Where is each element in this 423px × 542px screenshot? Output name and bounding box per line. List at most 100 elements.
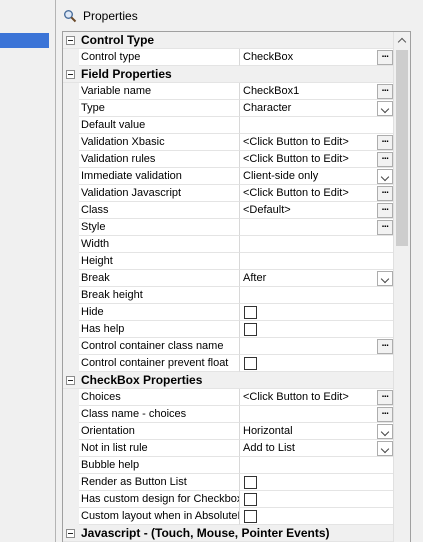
property-row-type[interactable]: Type Character	[63, 100, 395, 117]
ellipsis-button[interactable]: ...	[377, 135, 393, 150]
property-row-height[interactable]: Height	[63, 253, 395, 270]
property-value[interactable]	[240, 321, 395, 338]
dropdown-button[interactable]	[377, 101, 393, 116]
ellipsis-button[interactable]: ...	[377, 186, 393, 201]
category-checkbox-properties[interactable]: CheckBox Properties	[63, 372, 395, 389]
property-value[interactable]	[240, 287, 395, 304]
property-value[interactable]: <Click Button to Edit>...	[240, 389, 395, 406]
property-name: Bubble help	[79, 457, 240, 474]
collapse-icon[interactable]	[66, 529, 75, 538]
property-row-validation-javascript[interactable]: Validation Javascript <Click Button to E…	[63, 185, 395, 202]
property-value[interactable]	[240, 236, 395, 253]
scroll-thumb[interactable]	[396, 50, 408, 246]
ellipsis-button[interactable]: ...	[377, 390, 393, 405]
selected-tree-item[interactable]	[0, 33, 49, 48]
ellipsis-button[interactable]: ...	[377, 152, 393, 167]
property-row-bubble-help[interactable]: Bubble help	[63, 457, 395, 474]
hide-checkbox[interactable]	[244, 306, 257, 319]
collapse-icon[interactable]	[66, 376, 75, 385]
property-name: Width	[79, 236, 240, 253]
property-value[interactable]: <Click Button to Edit>...	[240, 151, 395, 168]
render-button-list-checkbox[interactable]	[244, 476, 257, 489]
property-name: Choices	[79, 389, 240, 406]
collapse-icon[interactable]	[66, 36, 75, 45]
category-control-type[interactable]: Control Type	[63, 32, 395, 49]
property-name: Class	[79, 202, 240, 219]
property-row-width[interactable]: Width	[63, 236, 395, 253]
property-value[interactable]: <Click Button to Edit>...	[240, 185, 395, 202]
property-row-orientation[interactable]: Orientation Horizontal	[63, 423, 395, 440]
property-row-break-height[interactable]: Break height	[63, 287, 395, 304]
property-value[interactable]: After	[240, 270, 395, 287]
property-value[interactable]: <Default>...	[240, 202, 395, 219]
collapse-icon[interactable]	[66, 70, 75, 79]
ellipsis-button[interactable]: ...	[377, 50, 393, 65]
property-row-render-button-list[interactable]: Render as Button List	[63, 474, 395, 491]
property-name: Variable name	[79, 83, 240, 100]
ellipsis-button[interactable]: ...	[377, 203, 393, 218]
property-value[interactable]	[240, 117, 395, 134]
custom-layout-checkbox[interactable]	[244, 510, 257, 523]
property-row-class-choices[interactable]: Class name - choices ...	[63, 406, 395, 423]
left-panel	[0, 0, 56, 542]
property-name: Class name - choices	[79, 406, 240, 423]
category-javascript[interactable]: Javascript - (Touch, Mouse, Pointer Even…	[63, 525, 395, 542]
property-value[interactable]	[240, 457, 395, 474]
property-row-choices[interactable]: Choices <Click Button to Edit>...	[63, 389, 395, 406]
property-value[interactable]: ...	[240, 406, 395, 423]
property-row-custom-design[interactable]: Has custom design for Checkbox	[63, 491, 395, 508]
prevent-float-checkbox[interactable]	[244, 357, 257, 370]
property-value[interactable]: ...	[240, 338, 395, 355]
dropdown-button[interactable]	[377, 169, 393, 184]
property-value[interactable]: Client-side only	[240, 168, 395, 185]
property-value[interactable]	[240, 474, 395, 491]
dropdown-button[interactable]	[377, 271, 393, 286]
has-help-checkbox[interactable]	[244, 323, 257, 336]
property-row-not-in-list[interactable]: Not in list rule Add to List	[63, 440, 395, 457]
property-value[interactable]: ...	[240, 219, 395, 236]
property-row-default-value[interactable]: Default value	[63, 117, 395, 134]
category-field-properties[interactable]: Field Properties	[63, 66, 395, 83]
property-row-variable-name[interactable]: Variable name CheckBox1...	[63, 83, 395, 100]
property-value[interactable]: <Click Button to Edit>...	[240, 134, 395, 151]
property-row-has-help[interactable]: Has help	[63, 321, 395, 338]
ellipsis-button[interactable]: ...	[377, 407, 393, 422]
properties-header: Properties	[63, 6, 138, 26]
property-value[interactable]: CheckBox...	[240, 49, 395, 66]
property-name: Default value	[79, 117, 240, 134]
ellipsis-button[interactable]: ...	[377, 84, 393, 99]
property-name: Validation Xbasic	[79, 134, 240, 151]
dropdown-button[interactable]	[377, 441, 393, 456]
property-value[interactable]	[240, 304, 395, 321]
ellipsis-button[interactable]: ...	[377, 220, 393, 235]
property-grid[interactable]: Control Type Control type CheckBox... Fi…	[62, 31, 411, 542]
property-value[interactable]: CheckBox1...	[240, 83, 395, 100]
property-row-hide[interactable]: Hide	[63, 304, 395, 321]
property-name: Height	[79, 253, 240, 270]
property-row-immediate-validation[interactable]: Immediate validation Client-side only	[63, 168, 395, 185]
property-row-control-type[interactable]: Control type CheckBox...	[63, 49, 395, 66]
property-row-container-class[interactable]: Control container class name ...	[63, 338, 395, 355]
category-label: Field Properties	[81, 67, 172, 81]
property-row-class[interactable]: Class <Default>...	[63, 202, 395, 219]
property-value[interactable]: Add to List	[240, 440, 395, 457]
scroll-up-arrow-icon[interactable]	[394, 32, 410, 49]
custom-design-checkbox[interactable]	[244, 493, 257, 506]
property-value[interactable]	[240, 355, 395, 372]
vertical-scrollbar[interactable]	[393, 32, 410, 542]
property-value[interactable]	[240, 253, 395, 270]
property-value[interactable]: Character	[240, 100, 395, 117]
property-row-style[interactable]: Style ...	[63, 219, 395, 236]
property-row-validation-rules[interactable]: Validation rules <Click Button to Edit>.…	[63, 151, 395, 168]
property-name: Custom layout when in AbsoluteLa	[79, 508, 240, 525]
ellipsis-button[interactable]: ...	[377, 339, 393, 354]
property-value[interactable]: Horizontal	[240, 423, 395, 440]
property-name: Break	[79, 270, 240, 287]
property-value[interactable]	[240, 508, 395, 525]
property-row-break[interactable]: Break After	[63, 270, 395, 287]
property-row-validation-xbasic[interactable]: Validation Xbasic <Click Button to Edit>…	[63, 134, 395, 151]
property-value[interactable]	[240, 491, 395, 508]
property-row-custom-layout[interactable]: Custom layout when in AbsoluteLa	[63, 508, 395, 525]
property-row-container-float[interactable]: Control container prevent float	[63, 355, 395, 372]
dropdown-button[interactable]	[377, 424, 393, 439]
